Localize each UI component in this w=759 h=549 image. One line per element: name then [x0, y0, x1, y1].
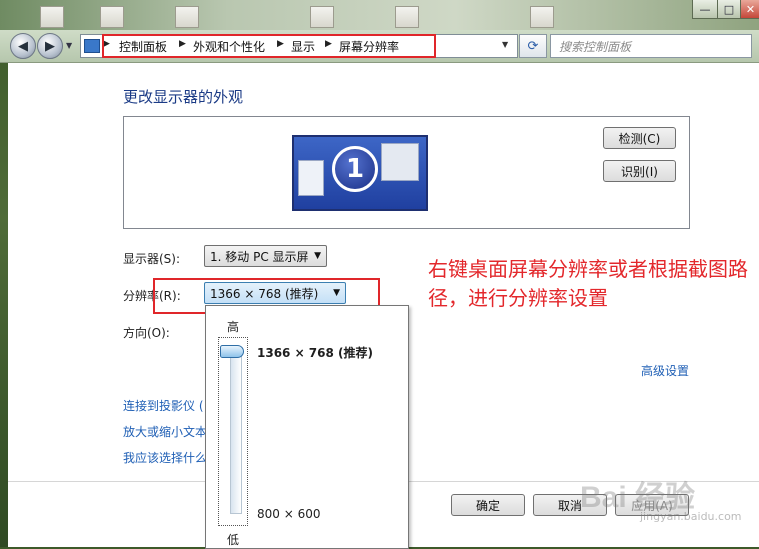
display-select[interactable]: 1. 移动 PC 显示屏 ▼ — [204, 245, 327, 267]
recent-pages-chevron-icon[interactable]: ▼ — [66, 41, 72, 50]
control-panel-icon — [84, 39, 100, 53]
refresh-icon[interactable]: ⟳ — [519, 34, 547, 58]
desktop-file-icon — [40, 6, 64, 28]
ok-button[interactable]: 确定 — [451, 494, 525, 516]
desktop-file-icon — [100, 6, 124, 28]
identify-button[interactable]: 识别(I) — [603, 160, 676, 182]
resolution-slider-track[interactable] — [230, 348, 242, 514]
watermark-url: jingyan.baidu.com — [640, 510, 742, 523]
low-label: 低 — [227, 533, 240, 547]
forward-arrow-icon[interactable]: ▶ — [37, 33, 63, 59]
back-arrow-icon[interactable]: ◀ — [10, 33, 36, 59]
maximize-button[interactable]: □ — [717, 0, 741, 19]
text-size-link[interactable]: 放大或缩小文本 — [123, 423, 207, 440]
resolution-slider-thumb[interactable] — [220, 345, 244, 358]
desktop-file-icon — [310, 6, 334, 28]
orientation-label: 方向(O): — [123, 326, 170, 340]
desktop-file-icon — [530, 6, 554, 28]
chevron-down-icon: ▼ — [314, 251, 321, 261]
advanced-settings-link[interactable]: 高级设置 — [641, 362, 689, 379]
connect-projector-link[interactable]: 连接到投影仪 ( — [123, 397, 204, 414]
minimize-button[interactable]: — — [692, 0, 718, 19]
which-settings-link[interactable]: 我应该选择什么 — [123, 449, 207, 466]
close-button[interactable]: ✕ — [740, 0, 759, 19]
display-label: 显示器(S): — [123, 252, 181, 266]
search-placeholder: 搜索控制面板 — [559, 40, 632, 54]
search-input[interactable]: 搜索控制面板 — [550, 34, 752, 58]
breadcrumb-highlight-box — [102, 34, 436, 58]
slider-option-bottom[interactable]: 800 × 600 — [257, 507, 321, 521]
address-dropdown-icon[interactable]: ▼ — [502, 40, 508, 49]
desktop-file-icon — [395, 6, 419, 28]
display-select-value: 1. 移动 PC 显示屏 — [210, 249, 309, 264]
monitor-window-graphic — [298, 160, 324, 196]
page-title: 更改显示器的外观 — [123, 88, 244, 106]
monitor-window-graphic — [381, 143, 419, 181]
detect-button[interactable]: 检测(C) — [603, 127, 676, 149]
high-label: 高 — [227, 320, 240, 334]
window-titlebar: — □ ✕ — [0, 0, 759, 30]
monitor-number-badge: 1 — [332, 146, 378, 192]
annotation-text: 右键桌面屏幕分辨率或者根据截图路径，进行分辨率设置 — [428, 257, 748, 310]
slider-option-top[interactable]: 1366 × 768 (推荐) — [257, 344, 373, 361]
desktop-file-icon — [175, 6, 199, 28]
